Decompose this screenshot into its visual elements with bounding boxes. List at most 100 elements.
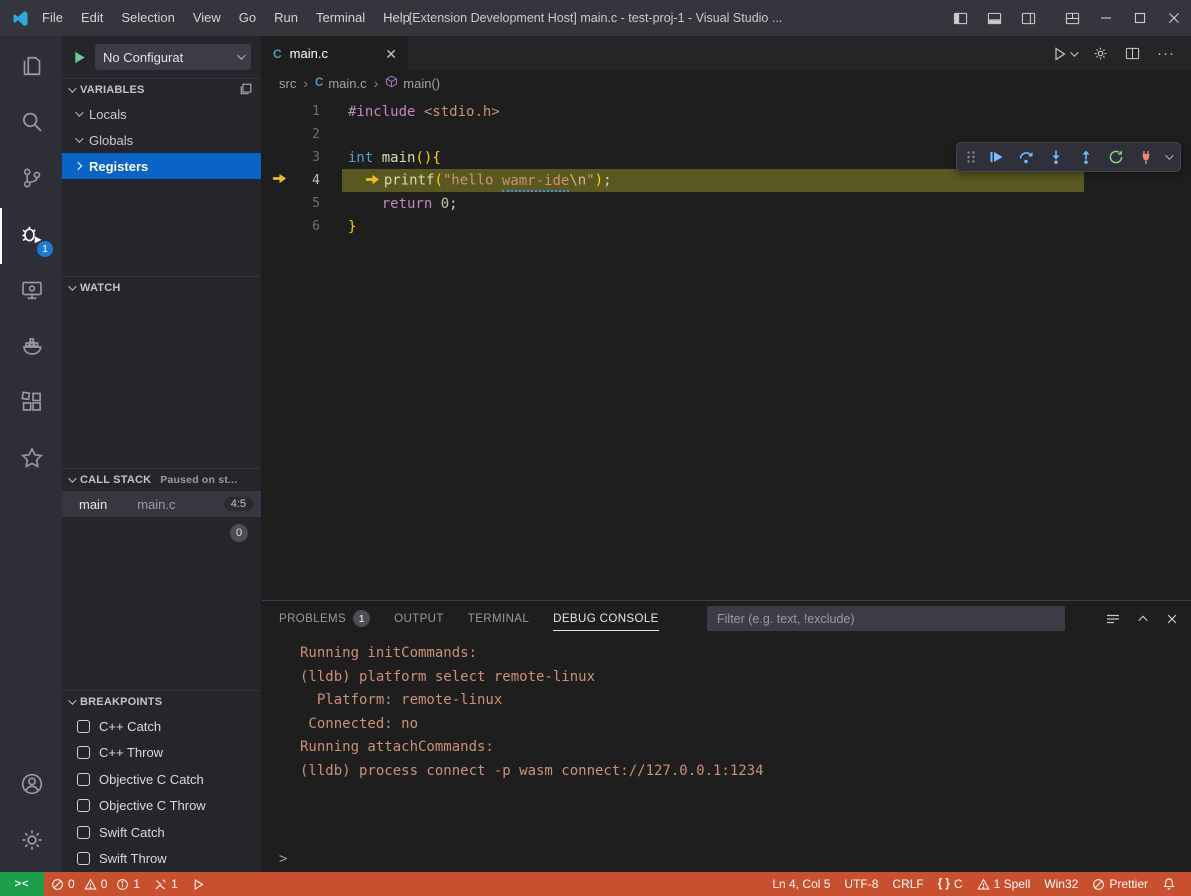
breadcrumb-folder[interactable]: src <box>279 76 296 91</box>
split-editor-icon[interactable] <box>1125 46 1140 61</box>
gutter[interactable]: 2 <box>262 127 320 142</box>
run-or-debug-button[interactable] <box>1052 46 1076 62</box>
menu-edit[interactable]: Edit <box>72 0 112 36</box>
menu-selection[interactable]: Selection <box>112 0 183 36</box>
toggle-panel-icon[interactable] <box>977 0 1011 36</box>
cursor-position[interactable]: Ln 4, Col 5 <box>765 872 837 896</box>
step-over-button[interactable] <box>1012 144 1039 170</box>
code-editor[interactable]: 1#include <stdio.h>23int main(){4 printf… <box>262 95 1191 600</box>
breakpoints-header[interactable]: BREAKPOINTS <box>62 691 261 713</box>
maximize-panel-icon[interactable] <box>1136 612 1150 626</box>
breakpoint-row[interactable]: Swift Throw <box>62 846 261 873</box>
code-line-6[interactable]: 6} <box>262 215 1191 238</box>
code-line-1[interactable]: 1#include <stdio.h> <box>262 100 1191 123</box>
sidebar-item-explorer[interactable] <box>0 40 62 96</box>
debug-status[interactable] <box>185 872 212 896</box>
close-button[interactable] <box>1157 0 1191 36</box>
breakpoint-row[interactable]: Objective C Catch <box>62 766 261 793</box>
breakpoint-checkbox[interactable] <box>77 826 90 839</box>
breakpoint-row[interactable]: Swift Catch <box>62 819 261 846</box>
maximize-button[interactable] <box>1123 0 1157 36</box>
watch-header[interactable]: WATCH <box>62 277 261 299</box>
debug-config-dropdown[interactable]: No Configurat <box>95 44 251 70</box>
sidebar-item-favorites[interactable] <box>0 432 62 488</box>
eol-sequence[interactable]: CRLF <box>885 872 930 896</box>
toolchain-status[interactable]: 1 <box>147 872 185 896</box>
panel-tab-terminal[interactable]: TERMINAL <box>468 601 529 636</box>
menu-terminal[interactable]: Terminal <box>307 0 374 36</box>
code-line-5[interactable]: 5 return 0; <box>262 192 1191 215</box>
sidebar-item-extensions[interactable] <box>0 376 62 432</box>
minimize-button[interactable] <box>1089 0 1123 36</box>
code-line-4[interactable]: 4 printf("hello wamr-ide\n"); <box>262 169 1191 192</box>
variables-item-locals[interactable]: Locals <box>62 101 261 127</box>
console-filter-input[interactable] <box>707 606 1065 631</box>
panel-tab-problems[interactable]: PROBLEMS1 <box>279 601 370 636</box>
gutter[interactable]: 3 <box>262 150 320 165</box>
call-stack-header[interactable]: CALL STACK Paused on st... <box>62 469 261 491</box>
close-tab-icon[interactable]: ✕ <box>385 47 397 61</box>
console-settings-icon[interactable] <box>1105 611 1121 627</box>
call-stack-frame[interactable]: mainmain.c4:5 <box>62 491 261 517</box>
debug-session-dropdown-icon[interactable] <box>1162 144 1174 170</box>
breakpoint-row[interactable]: Objective C Throw <box>62 793 261 820</box>
breadcrumb-symbol[interactable]: main() <box>385 75 440 91</box>
variables-item-registers[interactable]: Registers <box>62 153 261 179</box>
sidebar-item-source-control[interactable] <box>0 152 62 208</box>
window-controls <box>943 0 1191 36</box>
tab-main-c[interactable]: C main.c ✕ <box>262 36 408 71</box>
menu-file[interactable]: File <box>33 0 72 36</box>
sidebar-item-settings[interactable] <box>0 814 62 870</box>
menubar: FileEditSelectionViewGoRunTerminalHelp <box>33 0 419 36</box>
variables-item-globals[interactable]: Globals <box>62 127 261 153</box>
toggle-sidebar-icon[interactable] <box>943 0 977 36</box>
breakpoint-checkbox[interactable] <box>77 799 90 812</box>
gutter[interactable]: 1 <box>262 104 320 119</box>
spell-checker-status[interactable]: 1 Spell <box>970 872 1038 896</box>
menu-view[interactable]: View <box>184 0 230 36</box>
breakpoint-checkbox[interactable] <box>77 773 90 786</box>
gutter[interactable]: 5 <box>262 196 320 211</box>
gutter[interactable]: 6 <box>262 219 320 234</box>
panel-tab-output[interactable]: OUTPUT <box>394 601 444 636</box>
toggle-secondary-sidebar-icon[interactable] <box>1011 0 1045 36</box>
start-debug-button[interactable] <box>72 50 87 65</box>
launch-settings-icon[interactable] <box>1093 46 1108 61</box>
gutter[interactable]: 4 <box>262 173 320 188</box>
breakpoint-checkbox[interactable] <box>77 746 90 759</box>
breadcrumb-file[interactable]: C main.c <box>315 76 367 91</box>
breakpoint-checkbox[interactable] <box>77 852 90 865</box>
open-panel-icon[interactable] <box>239 82 253 99</box>
restart-button[interactable] <box>1102 144 1129 170</box>
sidebar-item-remote-explorer[interactable] <box>0 264 62 320</box>
problems-status[interactable]: 0 0 1 <box>44 872 147 896</box>
call-stack-status: Paused on st... <box>160 474 237 486</box>
continue-button[interactable] <box>982 144 1009 170</box>
platform-status[interactable]: Win32 <box>1037 872 1085 896</box>
panel-tab-debug-console[interactable]: DEBUG CONSOLE <box>553 601 659 636</box>
sidebar-item-docker[interactable] <box>0 320 62 376</box>
toolbar-drag-handle[interactable] <box>963 144 979 170</box>
remote-indicator[interactable]: >< <box>0 872 44 896</box>
notifications-bell-icon[interactable] <box>1155 872 1183 896</box>
step-out-button[interactable] <box>1072 144 1099 170</box>
more-actions-icon[interactable]: ··· <box>1157 45 1175 62</box>
breakpoint-checkbox[interactable] <box>77 720 90 733</box>
step-into-button[interactable] <box>1042 144 1069 170</box>
menu-run[interactable]: Run <box>265 0 307 36</box>
sidebar-item-run-and-debug[interactable]: 1 <box>0 208 62 264</box>
breakpoint-row[interactable]: C++ Throw <box>62 740 261 767</box>
encoding[interactable]: UTF-8 <box>837 872 885 896</box>
close-panel-icon[interactable] <box>1165 612 1179 626</box>
breakpoint-row[interactable]: C++ Catch <box>62 713 261 740</box>
sidebar-item-search[interactable] <box>0 96 62 152</box>
disconnect-button[interactable] <box>1132 144 1159 170</box>
formatter-status[interactable]: Prettier <box>1085 872 1155 896</box>
debug-console-input[interactable]: > <box>262 845 1191 872</box>
variables-header[interactable]: VARIABLES <box>62 79 261 101</box>
customize-layout-icon[interactable] <box>1055 0 1089 36</box>
language-mode[interactable]: { } C <box>931 872 970 896</box>
debug-console-output[interactable]: Running initCommands:(lldb) platform sel… <box>262 636 1191 845</box>
menu-go[interactable]: Go <box>230 0 265 36</box>
sidebar-item-accounts[interactable] <box>0 758 62 814</box>
